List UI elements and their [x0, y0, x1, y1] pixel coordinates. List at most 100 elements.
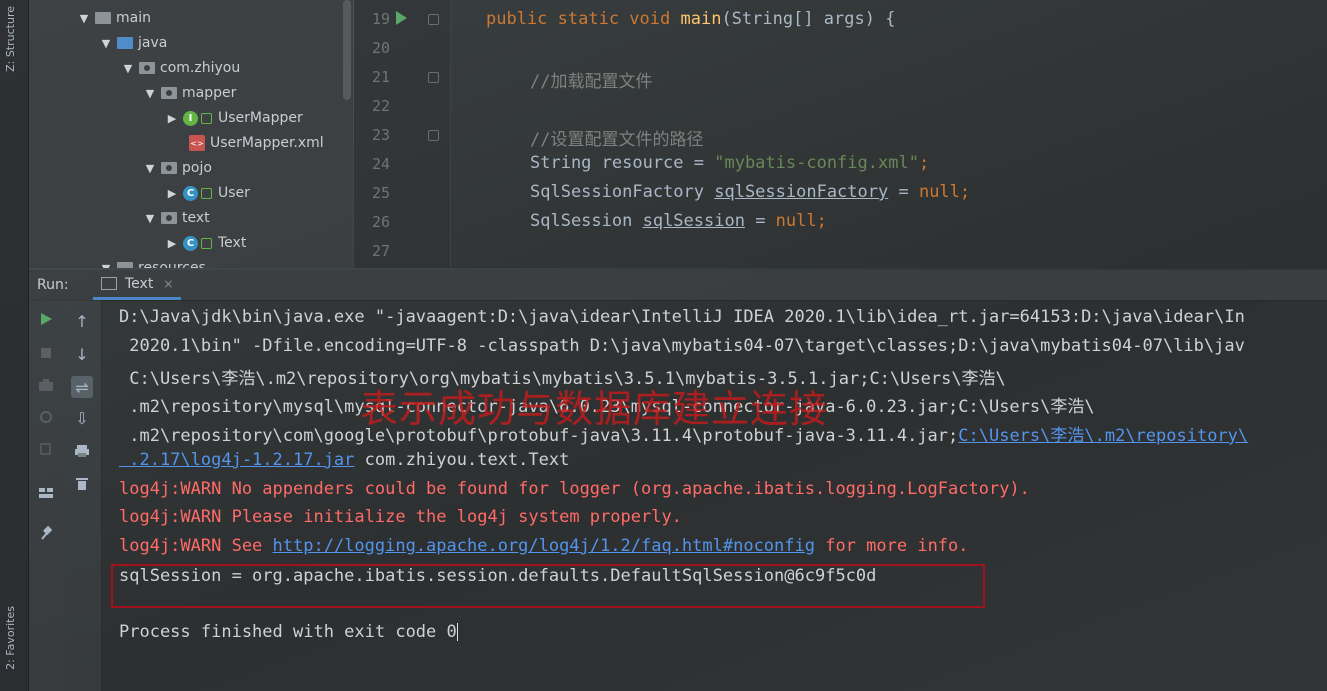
classpath-link[interactable]: .2.17\log4j-1.2.17.jar: [119, 450, 354, 470]
down-arrow-icon[interactable]: ↓: [71, 343, 93, 365]
tree-item-text-class[interactable]: ▶ C Text: [165, 232, 247, 254]
project-tree: ▼ main ▼ java ▼ com.zhiyou ▼ mapper ▶ I UserMa…: [29, 0, 353, 268]
warn-text: log4j:WARN See: [119, 536, 273, 556]
favorites-tool-tab[interactable]: 2: Favorites: [4, 606, 17, 670]
up-arrow-icon[interactable]: ↑: [71, 310, 93, 332]
highlight-box: [111, 564, 985, 608]
print-icon[interactable]: [71, 440, 93, 462]
tree-item-usermapper[interactable]: ▶ I UserMapper: [165, 107, 303, 129]
lock-icon: [201, 187, 212, 199]
code-line-24: String resource = "mybatis-config.xml";: [530, 153, 929, 173]
close-icon[interactable]: ×: [163, 277, 173, 291]
expand-arrow-icon[interactable]: ▼: [143, 212, 157, 225]
tree-item-java[interactable]: ▼ java: [99, 32, 168, 54]
string-literal: "mybatis-config.xml": [714, 153, 919, 173]
tree-item-label: UserMapper.xml: [210, 135, 324, 151]
variable: sqlSession: [642, 211, 745, 231]
variable: sqlSessionFactory: [714, 182, 889, 202]
tree-item-label: java: [138, 35, 168, 51]
classpath-link[interactable]: C:\Users\李浩\.m2\repository\: [958, 426, 1248, 446]
exit-icon[interactable]: [35, 438, 57, 460]
line-number: 21: [371, 68, 390, 86]
method-name: main: [680, 9, 722, 29]
warn-line: log4j:WARN Please initialize the log4j s…: [119, 507, 682, 527]
tree-item-resources[interactable]: ▼ resources: [99, 257, 206, 268]
tree-item-mapper[interactable]: ▼ mapper: [143, 82, 237, 104]
faq-link[interactable]: http://logging.apache.org/log4j/1.2/faq.…: [273, 536, 815, 556]
line-number: 20: [371, 39, 390, 57]
structure-tool-tab[interactable]: Z: Structure: [4, 6, 17, 72]
class-icon: C: [183, 185, 198, 201]
run-toolbar-secondary: ↑ ↓ ⇌ ⇩: [63, 300, 102, 691]
console-text: com.zhiyou.text.Text: [354, 450, 570, 470]
tree-item-text-package[interactable]: ▼ text: [143, 207, 210, 229]
expand-arrow-icon[interactable]: ▼: [143, 87, 157, 100]
lock-icon: [201, 112, 212, 124]
fold-icon[interactable]: [428, 72, 439, 83]
fold-icon[interactable]: [428, 130, 439, 141]
tree-item-label: User: [218, 185, 250, 201]
run-toolbar-primary: [29, 300, 63, 691]
line-number: 22: [371, 97, 390, 115]
line-number: 23: [371, 126, 390, 144]
line-number: 24: [371, 155, 390, 173]
exit-line: Process finished with exit code 0: [119, 622, 458, 642]
left-tool-strip: Z: Structure 2: Favorites: [0, 0, 29, 691]
console-line: 2020.1\bin" -Dfile.encoding=UTF-8 -class…: [119, 336, 1245, 356]
run-tool-window-header: Run: Text ×: [29, 270, 1327, 301]
code-line-23-comment: //设置配置文件的路径: [530, 130, 704, 150]
package-icon: [161, 162, 177, 174]
stop-icon[interactable]: [35, 342, 57, 364]
tree-item-label: com.zhiyou: [160, 60, 241, 76]
tree-item-label: pojo: [182, 160, 212, 176]
folder-icon: [117, 262, 133, 268]
xml-file-icon: <>: [189, 135, 205, 151]
folder-icon: [95, 12, 111, 24]
layout-icon[interactable]: [35, 482, 57, 504]
code-editor[interactable]: 19 20 21 22 23 24 25 26 27 public static…: [354, 0, 1327, 268]
run-label: Run:: [37, 277, 69, 293]
expand-arrow-icon[interactable]: ▼: [121, 62, 135, 75]
lock-icon: [201, 237, 212, 249]
tree-item-label: UserMapper: [218, 110, 303, 126]
semicolon: ;: [918, 153, 930, 173]
collapse-arrow-icon[interactable]: ▶: [165, 237, 179, 250]
camera-icon[interactable]: [35, 374, 57, 396]
tree-item-main[interactable]: ▼ main: [77, 7, 151, 29]
warn-text: for more info.: [814, 536, 969, 556]
trash-icon[interactable]: [71, 472, 93, 494]
source-folder-icon: [117, 37, 133, 49]
console-output[interactable]: D:\Java\jdk\bin\java.exe "-javaagent:D:\…: [101, 300, 1327, 691]
fold-icon[interactable]: [428, 14, 439, 25]
collapse-arrow-icon[interactable]: ▶: [165, 187, 179, 200]
semicolon: ;: [959, 182, 971, 202]
code-text: =: [888, 182, 919, 202]
tree-item-usermapper-xml[interactable]: <> UserMapper.xml: [165, 132, 324, 154]
pin-icon[interactable]: [35, 522, 57, 544]
console-line: D:\Java\jdk\bin\java.exe "-javaagent:D:\…: [119, 307, 1245, 327]
soft-wrap-icon[interactable]: ⇌: [71, 376, 93, 398]
tree-scrollbar[interactable]: [343, 0, 351, 100]
tree-item-pojo[interactable]: ▼ pojo: [143, 157, 212, 179]
expand-arrow-icon[interactable]: ▼: [99, 37, 113, 50]
code-line-21-comment: //加载配置文件: [530, 72, 653, 92]
collapse-arrow-icon[interactable]: ▶: [165, 112, 179, 125]
code-text: (String[] args) {: [721, 9, 896, 29]
tree-item-user[interactable]: ▶ C User: [165, 182, 250, 204]
run-gutter-icon[interactable]: [396, 11, 407, 25]
run-tab-text[interactable]: Text ×: [93, 270, 182, 300]
scroll-to-end-icon[interactable]: ⇩: [71, 407, 93, 429]
rerun-icon[interactable]: [35, 308, 57, 330]
tree-item-com-zhiyou[interactable]: ▼ com.zhiyou: [121, 57, 240, 79]
run-tab-label: Text: [125, 275, 154, 292]
tree-item-label: main: [116, 10, 151, 26]
code-line-19: public static void main(String[] args) {: [486, 9, 895, 29]
expand-arrow-icon[interactable]: ▼: [77, 12, 91, 25]
code-line-25: SqlSessionFactory sqlSessionFactory = nu…: [530, 182, 970, 202]
package-icon: [139, 62, 155, 74]
text-caret: [456, 623, 458, 641]
expand-arrow-icon[interactable]: ▼: [99, 262, 113, 269]
settings-icon[interactable]: [35, 406, 57, 428]
expand-arrow-icon[interactable]: ▼: [143, 162, 157, 175]
code-text: =: [744, 211, 776, 231]
